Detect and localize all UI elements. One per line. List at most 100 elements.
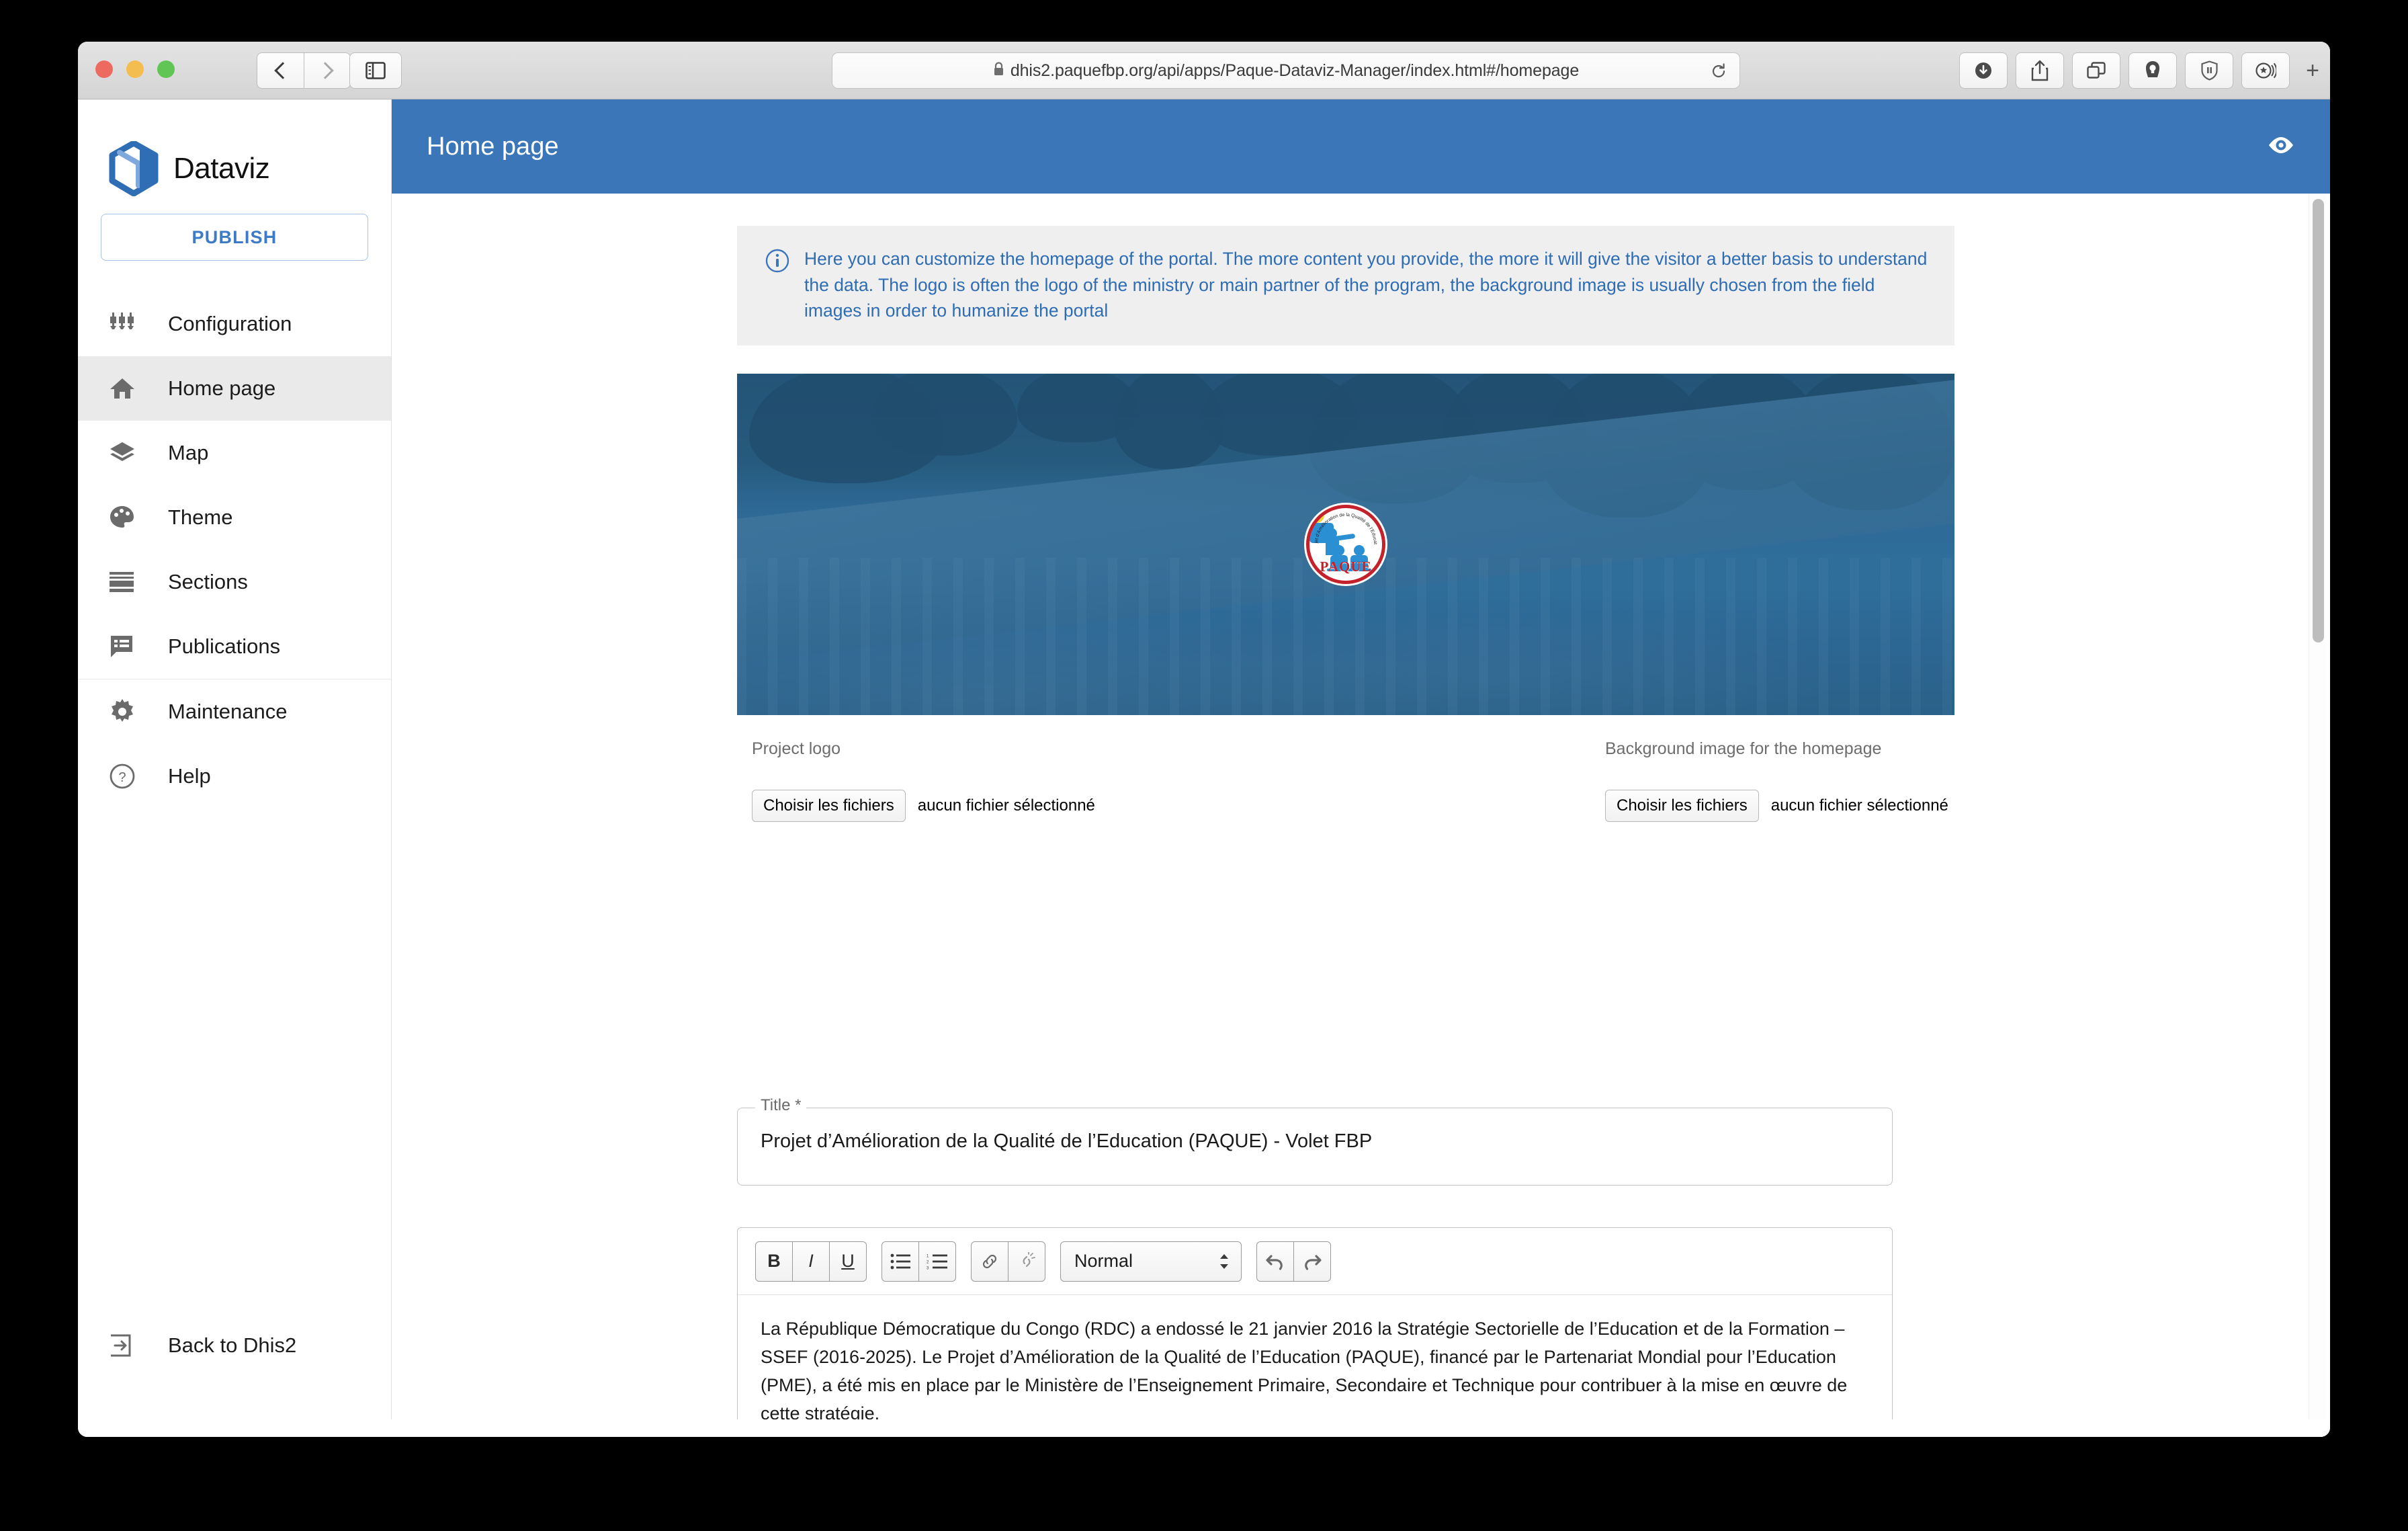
project-logo-upload: Project logo Choisir les fichiers aucun …	[737, 739, 1346, 822]
sidebar-nav: Configuration Home page Map Theme Sectio…	[78, 292, 391, 809]
bold-button[interactable]: B	[755, 1241, 793, 1282]
share-icon	[2031, 60, 2049, 81]
project-logo-file-input[interactable]: Choisir les fichiers aucun fichier sélec…	[752, 790, 1346, 822]
eye-icon	[2269, 136, 2293, 153]
italic-button[interactable]: I	[792, 1241, 830, 1282]
share-button[interactable]	[2016, 52, 2064, 89]
project-logo-label: Project logo	[752, 739, 841, 758]
background-image-upload: Background image for the homepage Choisi…	[1346, 739, 1954, 822]
sidebar-toggle-icon	[366, 62, 386, 79]
exit-arrow-icon	[110, 1334, 147, 1357]
numbered-list-button[interactable]: 1 2 3	[918, 1241, 956, 1282]
sidebar-item-label: Publications	[168, 634, 281, 658]
layers-icon	[110, 442, 147, 464]
sidebar-item-label: Home page	[168, 376, 276, 400]
sidebar-item-label: Configuration	[168, 312, 292, 335]
text-format-select[interactable]: Normal	[1060, 1241, 1242, 1282]
scrollbar-thumb[interactable]	[2313, 199, 2324, 643]
background-image-file-input[interactable]: Choisir les fichiers aucun fichier sélec…	[1605, 790, 1954, 822]
bullet-list-button[interactable]	[882, 1241, 919, 1282]
sidebar-item-label: Map	[168, 441, 209, 464]
app-content: Home page Here you can customize the hom…	[392, 99, 2330, 1437]
ad-shield-button[interactable]	[2185, 52, 2233, 89]
sidebar-item-help[interactable]: ? Help	[78, 744, 391, 809]
select-stepper-icon	[1220, 1253, 1228, 1269]
underline-icon: U	[841, 1251, 855, 1271]
publish-button[interactable]: PUBLISH	[101, 214, 368, 261]
svg-text:3: 3	[927, 1266, 929, 1270]
editor-body[interactable]: La République Démocratique du Congo (RDC…	[738, 1295, 1892, 1437]
sidebar-item-publications[interactable]: Publications	[78, 614, 391, 679]
title-field-legend: Title *	[755, 1096, 807, 1115]
password-manager-icon	[2146, 61, 2159, 77]
tab-overview-button[interactable]	[2072, 52, 2120, 89]
lock-icon	[994, 61, 1003, 75]
download-button[interactable]	[1959, 52, 2008, 89]
sidebar-item-home-page[interactable]: Home page	[78, 356, 391, 421]
choose-files-button[interactable]: Choisir les fichiers	[1605, 790, 1759, 822]
sidebar-item-theme[interactable]: Theme	[78, 485, 391, 550]
info-circle-icon	[765, 249, 789, 324]
back-button[interactable]	[257, 52, 304, 89]
forward-button[interactable]	[304, 52, 351, 89]
redo-button[interactable]	[1293, 1241, 1331, 1282]
background-image-label: Background image for the homepage	[1605, 739, 1882, 758]
paque-project-logo: Projet d’Amélioration de la Qualité de l…	[1306, 505, 1385, 584]
unlink-icon	[1023, 1251, 1035, 1267]
remove-link-button[interactable]	[1008, 1241, 1045, 1282]
content-scrollbar[interactable]	[2309, 194, 2326, 1437]
sections-lines-icon	[110, 572, 147, 592]
history-group	[1256, 1241, 1331, 1282]
close-window-button[interactable]	[95, 60, 113, 78]
reload-icon[interactable]	[1710, 63, 1727, 80]
gear-icon	[110, 699, 147, 725]
browser-toolbar: dhis2.paquefbp.org/api/apps/Paque-Datavi…	[78, 42, 2330, 99]
paque-wordmark: PAQUE	[1320, 558, 1372, 575]
svg-text:2: 2	[927, 1260, 929, 1264]
download-icon	[1975, 63, 1991, 79]
browser-window: dhis2.paquefbp.org/api/apps/Paque-Datavi…	[78, 42, 2330, 1437]
svg-text:1: 1	[927, 1254, 929, 1258]
reader-badge-button[interactable]	[2241, 52, 2290, 89]
title-field[interactable]: Title * Projet d’Amélioration de la Qual…	[737, 1096, 1893, 1186]
question-circle-icon: ?	[110, 763, 147, 789]
link-group	[971, 1241, 1045, 1282]
sidebar-item-map[interactable]: Map	[78, 421, 391, 485]
ad-shield-icon	[2200, 60, 2218, 81]
bold-icon: B	[767, 1251, 781, 1271]
list-group: 1 2 3	[882, 1241, 956, 1282]
link-icon	[982, 1254, 997, 1268]
dataviz-hexagon-logo	[109, 140, 159, 196]
sidebar-item-label: Sections	[168, 570, 248, 593]
back-to-dhis2-link[interactable]: Back to Dhis2	[78, 1319, 391, 1372]
sidebar-item-configuration[interactable]: Configuration	[78, 292, 391, 356]
choose-files-button[interactable]: Choisir les fichiers	[752, 790, 906, 822]
address-bar[interactable]: dhis2.paquefbp.org/api/apps/Paque-Datavi…	[832, 52, 1740, 89]
brand: Dataviz	[78, 99, 391, 207]
format-select-value: Normal	[1074, 1251, 1133, 1271]
preview-button[interactable]	[2267, 135, 2295, 159]
sidebar-item-sections[interactable]: Sections	[78, 550, 391, 614]
text-style-group: B I U	[755, 1241, 867, 1282]
page-title: Home page	[427, 132, 559, 161]
paque-student1-head	[1334, 545, 1344, 556]
minimize-window-button[interactable]	[126, 60, 144, 78]
page-header: Home page	[392, 99, 2330, 194]
app-root: Dataviz PUBLISH Configuration Home page …	[78, 99, 2330, 1437]
italic-icon: I	[808, 1251, 814, 1271]
undo-button[interactable]	[1256, 1241, 1294, 1282]
upload-row: Project logo Choisir les fichiers aucun …	[737, 739, 1954, 822]
insert-link-button[interactable]	[971, 1241, 1008, 1282]
maximize-window-button[interactable]	[157, 60, 175, 78]
bullet-list-icon	[890, 1253, 910, 1269]
description-editor: B I U 1 2 3 Normal La République Démocra…	[737, 1227, 1893, 1437]
window-controls	[95, 60, 175, 78]
sidebar-item-maintenance[interactable]: Maintenance	[78, 679, 391, 744]
new-tab-button[interactable]: +	[2306, 59, 2319, 82]
password-manager-button[interactable]	[2128, 52, 2177, 89]
sidebar-toggle-button[interactable]	[349, 52, 402, 89]
content-scroll-area: Here you can customize the homepage of t…	[392, 194, 2330, 1437]
url-text: dhis2.paquefbp.org/api/apps/Paque-Datavi…	[993, 61, 1579, 81]
underline-button[interactable]: U	[829, 1241, 867, 1282]
window-bottom-edge	[78, 1419, 2330, 1437]
